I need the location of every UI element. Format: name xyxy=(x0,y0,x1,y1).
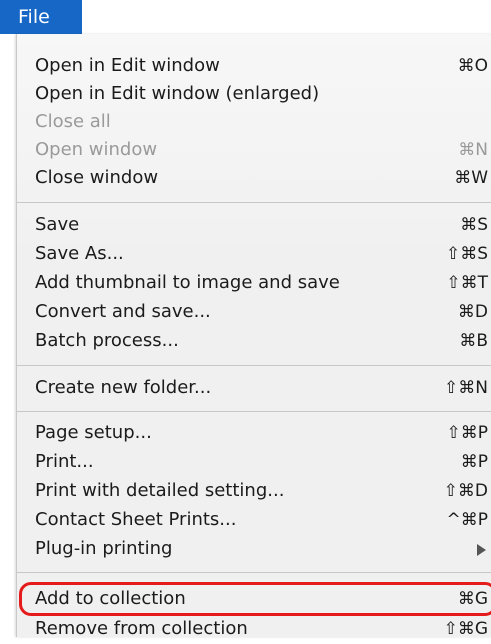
menu-item-label: Save As... xyxy=(35,243,124,264)
menu-bar: File xyxy=(0,0,491,34)
menu-item-label: Create new folder... xyxy=(35,377,212,398)
menu-item-label: Close window xyxy=(35,167,159,188)
submenu-arrow-icon xyxy=(477,544,486,556)
menu-item-label: Save xyxy=(35,214,80,235)
menu-item-add-thumbnail-and-save[interactable]: Add thumbnail to image and save ⇧⌘T xyxy=(17,268,491,298)
menu-item-open-in-edit-window[interactable]: Open in Edit window ⌘O xyxy=(17,51,491,81)
menu-item-page-setup[interactable]: Page setup... ⇧⌘P xyxy=(17,418,491,448)
menu-item-label: Open window xyxy=(35,139,158,160)
menu-item-shortcut: ⇧⌘N xyxy=(444,378,488,398)
menu-item-shortcut: ⌘S xyxy=(460,215,488,235)
menu-item-open-window: Open window ⌘N xyxy=(17,135,491,165)
menu-item-shortcut: ⌘B xyxy=(459,331,488,351)
menu-item-plug-in-printing[interactable]: Plug-in printing xyxy=(17,534,491,564)
menu-item-label: Add thumbnail to image and save xyxy=(35,272,340,293)
menu-item-shortcut: ⌘G xyxy=(457,589,488,609)
menu-item-close-all: Close all xyxy=(17,107,491,137)
menu-separator xyxy=(17,365,491,366)
menu-item-batch-process[interactable]: Batch process... ⌘B xyxy=(17,326,491,356)
menu-item-contact-sheet-prints[interactable]: Contact Sheet Prints... ^⌘P xyxy=(17,505,491,535)
menu-item-label: Convert and save... xyxy=(35,301,211,322)
menu-item-label: Add to collection xyxy=(35,588,186,609)
menu-item-shortcut: ⌘N xyxy=(458,140,488,160)
menu-separator xyxy=(17,202,491,203)
menu-item-label: Close all xyxy=(35,111,111,132)
menu-item-label: Print with detailed setting... xyxy=(35,480,285,501)
menu-item-print-detailed-setting[interactable]: Print with detailed setting... ⇧⌘D xyxy=(17,476,491,506)
menu-item-add-to-collection[interactable]: Add to collection ⌘G xyxy=(17,584,491,614)
menu-item-shortcut: ⌘O xyxy=(457,56,488,76)
menu-item-shortcut: ^⌘P xyxy=(446,510,489,530)
menu-item-shortcut: ⇧⌘T xyxy=(446,273,488,293)
menu-item-label: Page setup... xyxy=(35,422,152,443)
menu-item-shortcut: ⌘P xyxy=(460,452,488,472)
menu-item-shortcut: ⇧⌘D xyxy=(443,481,488,501)
menu-item-shortcut: ⌘D xyxy=(457,302,488,322)
menu-item-convert-and-save[interactable]: Convert and save... ⌘D xyxy=(17,297,491,327)
menu-item-shortcut: ⇧⌘G xyxy=(443,619,488,639)
menu-item-label: Plug-in printing xyxy=(35,538,173,559)
menu-separator xyxy=(17,411,491,412)
menu-item-label: Open in Edit window (enlarged) xyxy=(35,83,320,104)
menu-item-create-new-folder[interactable]: Create new folder... ⇧⌘N xyxy=(17,373,491,403)
menu-item-save-as[interactable]: Save As... ⇧⌘S xyxy=(17,239,491,269)
menu-item-shortcut: ⇧⌘P xyxy=(446,423,489,443)
menu-item-label: Print... xyxy=(35,451,94,472)
menu-item-label: Open in Edit window xyxy=(35,55,220,76)
file-menu-dropdown: Open in Edit window ⌘O Open in Edit wind… xyxy=(16,34,491,639)
file-menu-title[interactable]: File xyxy=(0,0,82,34)
menu-item-label: Contact Sheet Prints... xyxy=(35,509,237,530)
menu-item-open-in-edit-window-enlarged[interactable]: Open in Edit window (enlarged) xyxy=(17,79,491,109)
menu-item-shortcut: ⇧⌘S xyxy=(445,244,488,264)
menu-item-remove-from-collection[interactable]: Remove from collection ⇧⌘G xyxy=(17,614,491,644)
menu-item-label: Batch process... xyxy=(35,330,179,351)
menu-item-print[interactable]: Print... ⌘P xyxy=(17,447,491,477)
menu-separator xyxy=(17,572,491,573)
menu-item-close-window[interactable]: Close window ⌘W xyxy=(17,163,491,193)
menu-item-save[interactable]: Save ⌘S xyxy=(17,210,491,240)
menu-item-shortcut: ⌘W xyxy=(454,168,488,188)
menu-item-label: Remove from collection xyxy=(35,618,248,639)
